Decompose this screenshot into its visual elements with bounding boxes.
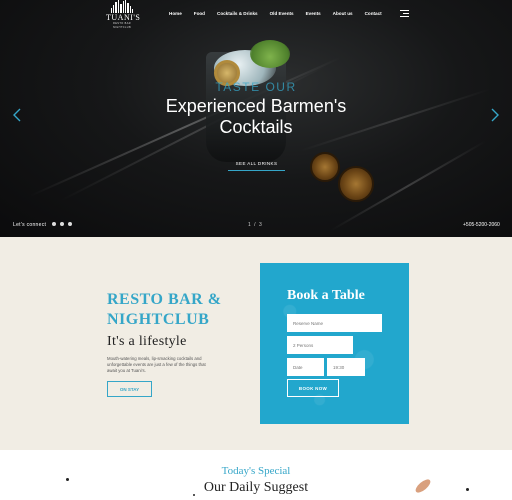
social-links	[52, 222, 72, 226]
hero-title-line1: Experienced Barmen's	[165, 96, 347, 116]
nav-item-about-us[interactable]: About us	[333, 11, 353, 16]
nav-item-events[interactable]: Events	[306, 11, 321, 16]
nav-item-food[interactable]: Food	[194, 11, 205, 16]
prev-slide-arrow-icon[interactable]	[13, 108, 21, 122]
book-table-panel: Book a Table BOOK NOW	[260, 263, 409, 424]
hero-slider: TUANI'S RESTO BAR NIGHTCLUB Home Food Co…	[0, 0, 512, 237]
mint-garnish-image	[250, 40, 290, 68]
nav-item-contact[interactable]: Contact	[365, 11, 382, 16]
about-title-line2: NIGHTCLUB	[107, 311, 210, 328]
youtube-icon[interactable]	[68, 222, 72, 226]
dried-citrus-image	[338, 166, 374, 202]
slide-pager: 1 / 3	[248, 222, 263, 228]
nav-item-cocktails-drinks[interactable]: Cocktails & Drinks	[217, 11, 258, 16]
hero-kicker: TASTE OUR	[215, 80, 297, 94]
nav-item-old-events[interactable]: Old Events	[270, 11, 294, 16]
special-title: Our Daily Suggest	[203, 480, 309, 495]
lets-connect-label: Let's connect	[13, 222, 47, 228]
instagram-icon[interactable]	[60, 222, 64, 226]
main-nav: Home Food Cocktails & Drinks Old Events …	[169, 11, 394, 16]
about-title: RESTO BAR & NIGHTCLUB	[107, 290, 222, 330]
about-button[interactable]: ON STAY	[107, 381, 152, 397]
date-input[interactable]	[287, 358, 324, 376]
brand-logo[interactable]: TUANI'S RESTO BAR NIGHTCLUB	[106, 0, 141, 30]
about-title-line1: RESTO BAR &	[107, 291, 222, 308]
hero-title-line2: Cocktails	[219, 117, 293, 137]
hero-title: Experienced Barmen's Cocktails	[0, 96, 512, 138]
soundwave-logo-icon	[106, 0, 138, 13]
time-input[interactable]	[327, 358, 365, 376]
next-slide-arrow-icon[interactable]	[491, 108, 499, 122]
phone-number[interactable]: +505-5200-2060	[463, 222, 500, 228]
about-subtitle: It's a lifestyle	[107, 334, 187, 349]
menu-icon[interactable]	[400, 10, 409, 17]
see-all-drinks-button[interactable]: SEE ALL DRINKS	[228, 157, 285, 171]
book-now-button[interactable]: BOOK NOW	[287, 379, 339, 397]
facebook-icon[interactable]	[52, 222, 56, 226]
about-text: Mouth-watering meals, lip-smacking cockt…	[107, 356, 206, 373]
persons-select[interactable]	[287, 336, 353, 354]
reserve-name-input[interactable]	[287, 314, 382, 332]
brand-name: TUANI'S	[106, 13, 141, 22]
nav-item-home[interactable]: Home	[169, 11, 182, 16]
dried-citrus-image	[310, 152, 340, 182]
special-kicker: Today's Special	[221, 465, 291, 477]
book-table-title: Book a Table	[287, 288, 365, 303]
brand-subtitle: RESTO BAR NIGHTCLUB	[112, 22, 132, 29]
